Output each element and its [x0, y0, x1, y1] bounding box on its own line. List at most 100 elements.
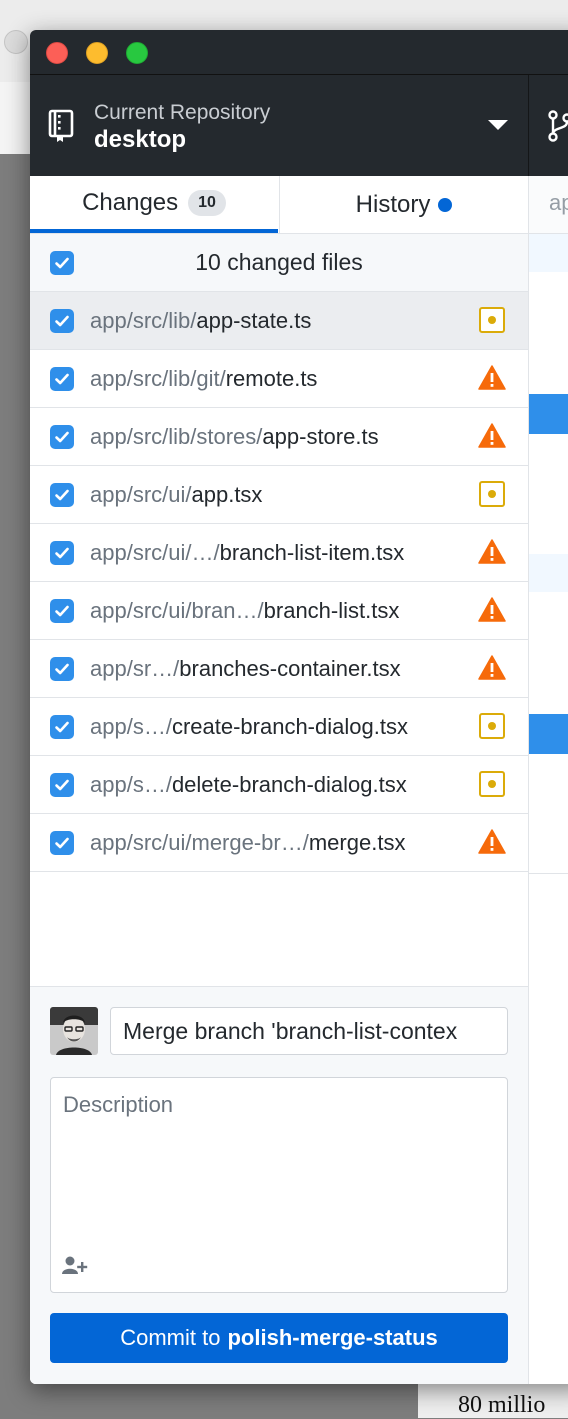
file-directory: app/sr…/: [90, 656, 179, 681]
chevron-down-icon: [488, 120, 508, 130]
file-include-checkbox[interactable]: [50, 483, 74, 507]
title-bar: [30, 30, 568, 75]
close-window-button[interactable]: [46, 42, 68, 64]
commit-message-area: Merge branch 'branch-list-contex Descrip…: [30, 986, 528, 1384]
commit-button[interactable]: Commit to polish-merge-status: [50, 1313, 508, 1363]
changes-count-badge: 10: [188, 190, 226, 216]
file-include-checkbox[interactable]: [50, 425, 74, 449]
diff-selected-line[interactable]: [529, 714, 568, 754]
file-modified-icon: [478, 712, 506, 740]
file-row[interactable]: app/src/ui/…/branch-list-item.tsx: [30, 524, 528, 582]
file-directory: app/src/ui/merge-br…/: [90, 830, 309, 855]
file-directory: app/src/ui/bran…/: [90, 598, 264, 623]
file-row[interactable]: app/src/ui/bran…/branch-list.tsx: [30, 582, 528, 640]
file-name: app.tsx: [192, 482, 263, 507]
file-path: app/src/ui/app.tsx: [90, 466, 262, 523]
toolbar: Current Repository desktop: [30, 75, 568, 176]
diff-divider: [529, 873, 568, 874]
checkmark-icon: [54, 313, 70, 329]
file-include-checkbox[interactable]: [50, 541, 74, 565]
file-modified-icon: [478, 770, 506, 798]
checkmark-icon: [54, 429, 70, 445]
current-repository-button[interactable]: Current Repository desktop: [30, 75, 529, 176]
file-name: branch-list-item.tsx: [220, 540, 405, 565]
repo-icon: [48, 109, 74, 143]
file-name: create-branch-dialog.tsx: [172, 714, 408, 739]
file-path: app/s…/delete-branch-dialog.tsx: [90, 756, 407, 813]
file-path: app/src/lib/stores/app-store.ts: [90, 408, 379, 465]
conflict-warning-icon: [478, 654, 506, 682]
current-repository-name: desktop: [94, 126, 186, 154]
file-directory: app/src/ui/: [90, 482, 192, 507]
file-path: app/src/lib/git/remote.ts: [90, 350, 317, 407]
conflict-warning-icon: [478, 364, 506, 392]
file-include-checkbox[interactable]: [50, 773, 74, 797]
file-name: branches-container.tsx: [179, 656, 400, 681]
file-directory: app/s…/: [90, 772, 172, 797]
commit-description-field[interactable]: Description: [50, 1077, 508, 1293]
conflict-warning-icon: [478, 422, 506, 450]
file-row[interactable]: app/s…/create-branch-dialog.tsx: [30, 698, 528, 756]
checkmark-icon: [54, 661, 70, 677]
file-directory: app/src/lib/: [90, 308, 196, 333]
checkmark-icon: [54, 545, 70, 561]
commit-button-prefix: Commit to: [120, 1325, 220, 1351]
background-window-control: [4, 30, 28, 54]
file-name: merge.tsx: [309, 830, 406, 855]
conflict-warning-icon: [478, 596, 506, 624]
checkmark-icon: [54, 777, 70, 793]
sidebar-tabs: Changes 10 History: [30, 176, 528, 234]
file-include-checkbox[interactable]: [50, 831, 74, 855]
file-path: app/src/lib/app-state.ts: [90, 292, 311, 349]
file-name: delete-branch-dialog.tsx: [172, 772, 407, 797]
background-document-text: 80 millio: [458, 1392, 545, 1419]
file-directory: app/src/lib/stores/: [90, 424, 262, 449]
file-row[interactable]: app/src/lib/app-state.ts: [30, 292, 528, 350]
current-branch-button[interactable]: [529, 75, 568, 176]
minimize-window-button[interactable]: [86, 42, 108, 64]
checkmark-icon: [54, 719, 70, 735]
file-row[interactable]: app/src/ui/merge-br…/merge.tsx: [30, 814, 528, 872]
checkmark-icon: [54, 835, 70, 851]
file-directory: app/src/lib/git/: [90, 366, 226, 391]
file-directory: app/src/ui/…/: [90, 540, 220, 565]
github-desktop-window: Current Repository desktop Changes 10 Hi…: [30, 30, 568, 1384]
diff-header: ap: [529, 176, 568, 234]
file-row[interactable]: app/src/ui/app.tsx: [30, 466, 528, 524]
file-name: branch-list.tsx: [264, 598, 400, 623]
commit-branch-name: polish-merge-status: [227, 1325, 437, 1351]
file-row[interactable]: app/src/lib/git/remote.ts: [30, 350, 528, 408]
zoom-window-button[interactable]: [126, 42, 148, 64]
changes-list-header: 10 changed files: [30, 234, 528, 292]
tab-history[interactable]: History: [279, 176, 528, 233]
file-include-checkbox[interactable]: [50, 309, 74, 333]
avatar: [50, 1007, 98, 1055]
diff-selected-line[interactable]: [529, 394, 568, 434]
file-include-checkbox[interactable]: [50, 715, 74, 739]
tab-changes-label: Changes: [82, 189, 178, 217]
checkmark-icon: [54, 603, 70, 619]
conflict-warning-icon: [478, 828, 506, 856]
file-row[interactable]: app/src/lib/stores/app-store.ts: [30, 408, 528, 466]
file-row[interactable]: app/sr…/branches-container.tsx: [30, 640, 528, 698]
file-include-checkbox[interactable]: [50, 599, 74, 623]
file-include-checkbox[interactable]: [50, 367, 74, 391]
file-directory: app/s…/: [90, 714, 172, 739]
tab-changes[interactable]: Changes 10: [30, 176, 278, 233]
commit-summary-input[interactable]: Merge branch 'branch-list-contex: [110, 1007, 508, 1055]
conflict-warning-icon: [478, 538, 506, 566]
file-path: app/src/ui/bran…/branch-list.tsx: [90, 582, 399, 639]
file-modified-icon: [478, 306, 506, 334]
background-document: 80 millio: [418, 1384, 568, 1418]
file-path: app/src/ui/merge-br…/merge.tsx: [90, 814, 405, 871]
git-branch-icon: [547, 109, 568, 143]
checkmark-icon: [54, 371, 70, 387]
add-coauthor-icon[interactable]: [61, 1254, 89, 1278]
tab-history-label: History: [356, 191, 431, 219]
file-row[interactable]: app/s…/delete-branch-dialog.tsx: [30, 756, 528, 814]
file-name: app-state.ts: [196, 308, 311, 333]
file-name: remote.ts: [226, 366, 318, 391]
current-repository-label: Current Repository: [94, 101, 270, 125]
diff-hunk-header: [529, 234, 568, 272]
file-include-checkbox[interactable]: [50, 657, 74, 681]
